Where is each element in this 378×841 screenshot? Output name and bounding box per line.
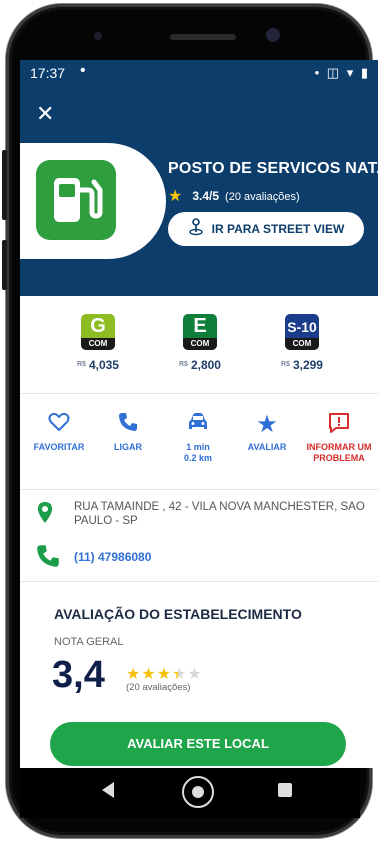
price-value: 4,035 <box>88 358 119 372</box>
fuel-item-diesel[interactable]: S-10 COM R$ 3,299 <box>262 314 342 372</box>
star-icon: ★ <box>256 411 278 438</box>
favorite-button[interactable]: FAVORITAR <box>24 412 94 453</box>
app-screen: 17:37 • • ◫ ▾ ▮ ✕ POSTO DE SERVICOS NATA… <box>20 60 378 768</box>
call-button[interactable]: LIGAR <box>93 412 163 453</box>
phone-icon <box>36 544 60 574</box>
status-icons: • ◫ ▾ ▮ <box>314 65 370 80</box>
fuel-badge-ethanol: E COM <box>183 314 217 350</box>
phone-number-link[interactable]: (11) 47986080 <box>74 550 151 564</box>
fuel-item-gasoline[interactable]: G COM R$ 4,035 <box>58 314 138 372</box>
station-logo-container <box>20 143 166 259</box>
route-time: 1 min <box>186 442 210 452</box>
car-icon <box>163 412 233 438</box>
rate-button[interactable]: ★ AVALIAR <box>232 412 302 453</box>
currency-label: R$ <box>77 361 86 368</box>
action-bar: FAVORITAR LIGAR 1 min 0.2 km ★ AVALIAR I… <box>20 394 378 490</box>
action-label: INFORMAR UM <box>306 442 372 452</box>
phone-icon <box>93 412 163 438</box>
side-button <box>2 150 7 220</box>
fuel-badge-gasoline: G COM <box>81 314 115 350</box>
star-rating: ★★★★★ <box>126 664 203 684</box>
rating-count: (20 avaliações) <box>126 682 191 693</box>
status-bar: 17:37 • • ◫ ▾ ▮ <box>20 60 378 88</box>
currency-label: R$ <box>179 361 188 368</box>
route-distance: 0.2 km <box>183 453 213 463</box>
report-icon <box>304 412 374 438</box>
status-time: 17:37 <box>30 65 66 81</box>
recent-apps-icon[interactable] <box>278 783 292 797</box>
phone-top-bar <box>30 18 348 60</box>
fuel-com: COM <box>285 338 319 350</box>
section-title: AVALIAÇÃO DO ESTABELECIMENTO <box>54 606 302 622</box>
back-icon[interactable] <box>102 782 114 798</box>
fuel-prices: G COM R$ 4,035 E COM R$ 2,800 S-10 COM R$ 3… <box>20 296 378 394</box>
close-button[interactable]: ✕ <box>36 103 56 125</box>
star-icon: ★ <box>156 666 173 683</box>
star-half-icon: ★ <box>172 666 188 683</box>
fuel-price: R$ 3,299 <box>262 358 342 372</box>
camera-icon <box>266 28 280 42</box>
fuel-letter: S-10 <box>287 319 317 335</box>
star-icon: ★ <box>126 666 142 683</box>
fuel-com: COM <box>183 338 217 350</box>
fuel-item-ethanol[interactable]: E COM R$ 2,800 <box>160 314 240 372</box>
station-rating: ★ 3.4/5 (20 avaliações) <box>168 186 300 206</box>
notification-dot: • <box>80 62 86 79</box>
star-icon: ★ <box>168 188 183 205</box>
speaker-grille <box>170 34 236 40</box>
map-pin-icon <box>36 500 54 524</box>
overall-score: 3,4 <box>52 654 105 696</box>
report-problem-button[interactable]: INFORMAR UM PROBLEMA <box>304 412 374 464</box>
sensor-icon <box>94 32 102 40</box>
address-text: RUA TAMAINDE , 42 - VILA NOVA MANCHESTER… <box>74 501 365 527</box>
star-empty-icon: ★ <box>187 666 203 683</box>
rating-count: (20 avaliações) <box>225 191 300 203</box>
fuel-price: R$ 4,035 <box>58 358 138 372</box>
price-value: 2,800 <box>190 358 221 372</box>
fuel-badge-diesel: S-10 COM <box>285 314 319 350</box>
fuel-letter: E <box>193 315 207 337</box>
star-icon: ★ <box>141 666 157 683</box>
fuel-letter: G <box>90 315 106 337</box>
street-view-button[interactable]: IR PARA STREET VIEW <box>168 212 364 246</box>
station-name: POSTO DE SERVICOS NATALI <box>168 160 378 177</box>
route-button[interactable]: 1 min 0.2 km <box>163 412 233 464</box>
rating-section: AVALIAÇÃO DO ESTABELECIMENTO NOTA GERAL … <box>20 582 378 768</box>
address-section: RUA TAMAINDE , 42 - VILA NOVA MANCHESTER… <box>20 490 378 582</box>
action-label: AVALIAR <box>247 442 287 452</box>
street-view-icon <box>188 218 204 240</box>
rating-value: 3.4/5 <box>192 189 220 203</box>
action-label: FAVORITAR <box>33 442 85 452</box>
price-value: 3,299 <box>292 358 323 372</box>
fuel-price: R$ 2,800 <box>160 358 240 372</box>
rate-location-button[interactable]: AVALIAR ESTE LOCAL <box>50 722 346 766</box>
currency-label: R$ <box>281 361 290 368</box>
overall-label: NOTA GERAL <box>54 636 124 648</box>
action-sublabel: PROBLEMA <box>313 453 365 463</box>
side-button <box>2 240 7 290</box>
android-nav-bar <box>20 768 360 818</box>
station-header: ✕ POSTO DE SERVICOS NATALI ★ 3.4/5 (20 ava… <box>20 88 378 296</box>
street-view-label: IR PARA STREET VIEW <box>211 222 345 236</box>
action-label: LIGAR <box>114 442 142 452</box>
fuel-com: COM <box>81 338 115 350</box>
home-icon[interactable] <box>182 776 214 808</box>
fuel-pump-icon <box>36 160 116 240</box>
heart-outline-icon <box>24 412 94 438</box>
